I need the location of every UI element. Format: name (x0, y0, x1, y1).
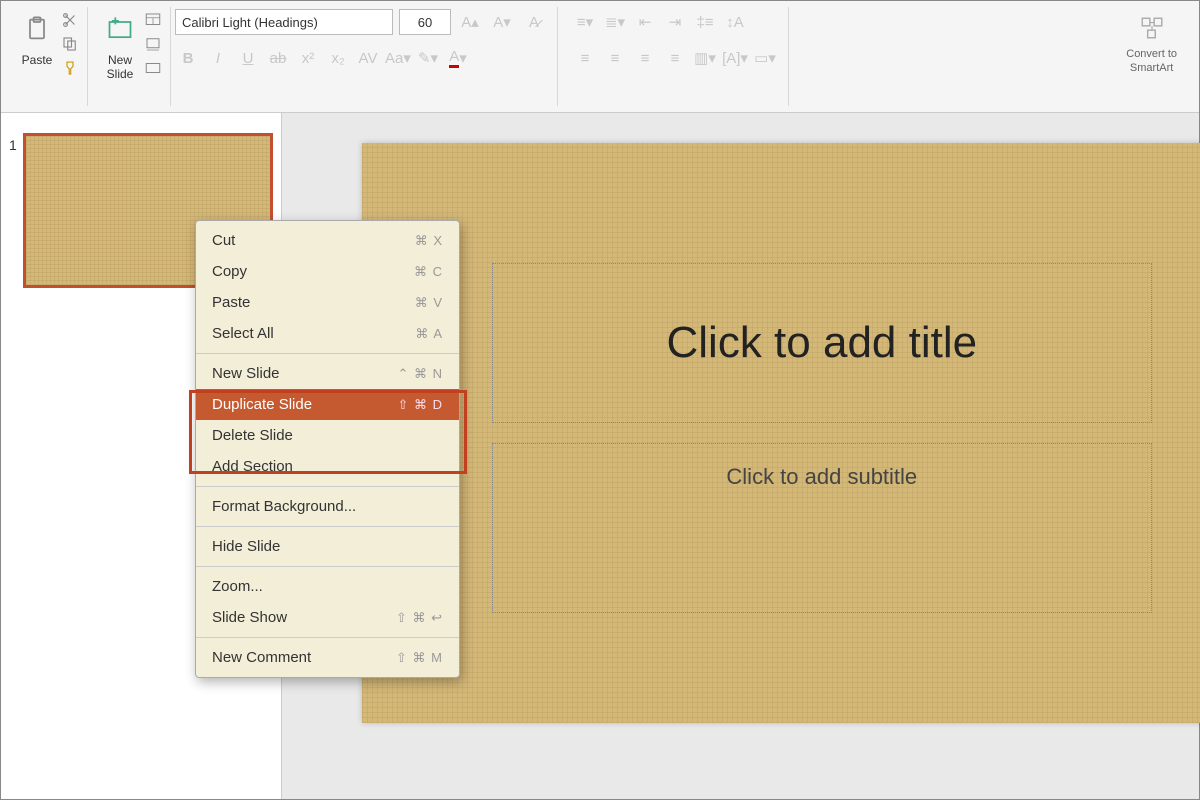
columns-button[interactable]: ▥▾ (692, 45, 718, 71)
ctx-slide-show[interactable]: Slide Show⇧ ⌘ ↩ (196, 602, 459, 633)
new-slide-button[interactable]: New Slide (100, 7, 140, 85)
new-slide-label: New Slide (107, 53, 134, 81)
subtitle-placeholder-text: Click to add subtitle (726, 464, 917, 490)
text-direction-button[interactable]: ↕A (722, 9, 748, 35)
ctx-add-section[interactable]: Add Section (196, 451, 459, 482)
italic-button[interactable]: I (205, 45, 231, 71)
font-name-select[interactable] (175, 9, 393, 35)
ctx-copy[interactable]: Copy⌘ C (196, 256, 459, 287)
smartart-group: Convert to SmartArt (1112, 7, 1191, 80)
font-size-select[interactable] (399, 9, 451, 35)
ctx-zoom[interactable]: Zoom... (196, 571, 459, 602)
format-painter-icon[interactable] (61, 59, 79, 77)
paste-label: Paste (22, 53, 53, 67)
new-slide-icon (104, 11, 136, 47)
smartart-icon (1137, 15, 1167, 41)
reset-icon[interactable] (144, 35, 162, 53)
clipboard-group: Paste (9, 7, 88, 106)
align-right-button[interactable]: ≡ (632, 45, 658, 71)
strike-button[interactable]: ab (265, 45, 291, 71)
ribbon: Paste New Slide (1, 1, 1199, 113)
section-icon[interactable] (144, 59, 162, 77)
ctx-paste[interactable]: Paste⌘ V (196, 287, 459, 318)
ctx-duplicate-slide[interactable]: Duplicate Slide⇧ ⌘ D (196, 389, 459, 420)
font-color-button[interactable]: A▾ (445, 45, 471, 71)
ctx-separator (196, 526, 459, 527)
convert-smartart-button[interactable]: Convert to SmartArt (1122, 11, 1181, 80)
decrease-font-icon[interactable]: A▾ (489, 9, 515, 35)
increase-font-icon[interactable]: A▴ (457, 9, 483, 35)
highlight-color-button[interactable]: ✎▾ (415, 45, 441, 71)
change-case-button[interactable]: Aa▾ (385, 45, 411, 71)
paragraph-group: ≡▾ ≣▾ ⇤ ⇥ ‡≡ ↕A ≡ ≡ ≡ ≡ ▥▾ [A]▾ ▭▾ (562, 7, 789, 106)
ctx-format-background[interactable]: Format Background... (196, 491, 459, 522)
ctx-separator (196, 353, 459, 354)
bullets-button[interactable]: ≡▾ (572, 9, 598, 35)
line-spacing-button[interactable]: ‡≡ (692, 9, 718, 35)
bold-button[interactable]: B (175, 45, 201, 71)
context-menu: Cut⌘ X Copy⌘ C Paste⌘ V Select All⌘ A Ne… (195, 220, 460, 678)
justify-button[interactable]: ≡ (662, 45, 688, 71)
ctx-separator (196, 637, 459, 638)
powerpoint-app: Paste New Slide (0, 0, 1200, 800)
ctx-delete-slide[interactable]: Delete Slide (196, 420, 459, 451)
font-group: A▴ A▾ A̷ B I U ab x² x₂ AV Aa▾ ✎▾ A▾ (175, 7, 558, 106)
ctx-cut[interactable]: Cut⌘ X (196, 225, 459, 256)
ctx-select-all[interactable]: Select All⌘ A (196, 318, 459, 349)
ctx-separator (196, 566, 459, 567)
slide-number: 1 (9, 133, 17, 153)
paste-button[interactable]: Paste (17, 7, 57, 77)
subscript-button[interactable]: x₂ (325, 45, 351, 71)
clipboard-icon (21, 11, 53, 47)
align-text-button[interactable]: [A]▾ (722, 45, 748, 71)
align-center-button[interactable]: ≡ (602, 45, 628, 71)
subtitle-placeholder[interactable]: Click to add subtitle (492, 443, 1152, 613)
numbering-button[interactable]: ≣▾ (602, 9, 628, 35)
title-placeholder[interactable]: Click to add title (492, 263, 1152, 423)
char-spacing-button[interactable]: AV (355, 45, 381, 71)
title-placeholder-text: Click to add title (667, 318, 978, 368)
underline-button[interactable]: U (235, 45, 261, 71)
copy-icon[interactable] (61, 35, 79, 53)
workspace: 1 Click to add title Click to add subtit… (1, 113, 1199, 799)
convert-label: Convert to SmartArt (1126, 47, 1177, 76)
slide-canvas[interactable]: Click to add title Click to add subtitle (362, 143, 1200, 723)
increase-indent-button[interactable]: ⇥ (662, 9, 688, 35)
ctx-separator (196, 486, 459, 487)
slides-group: New Slide (92, 7, 171, 106)
ctx-new-comment[interactable]: New Comment⇧ ⌘ M (196, 642, 459, 673)
clear-format-icon[interactable]: A̷ (521, 9, 547, 35)
align-left-button[interactable]: ≡ (572, 45, 598, 71)
text-box-button[interactable]: ▭▾ (752, 45, 778, 71)
ctx-new-slide[interactable]: New Slide⌃ ⌘ N (196, 358, 459, 389)
ctx-hide-slide[interactable]: Hide Slide (196, 531, 459, 562)
superscript-button[interactable]: x² (295, 45, 321, 71)
cut-icon[interactable] (61, 11, 79, 29)
decrease-indent-button[interactable]: ⇤ (632, 9, 658, 35)
layout-icon[interactable] (144, 11, 162, 29)
